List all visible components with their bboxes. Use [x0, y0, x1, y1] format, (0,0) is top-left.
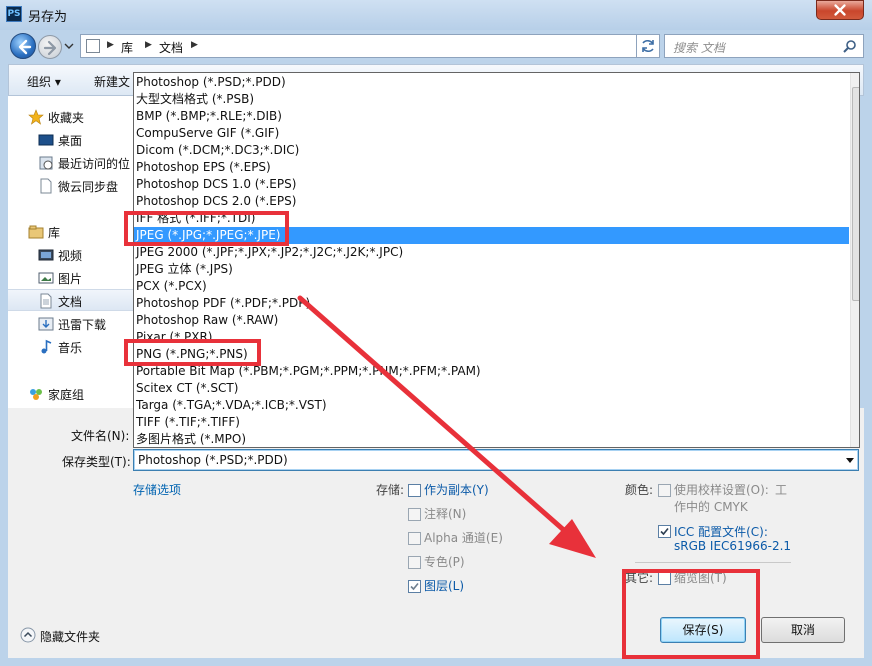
annotation-overlay [297, 295, 596, 558]
highlight-save-button [622, 569, 760, 659]
highlight-jpeg-option [124, 211, 289, 246]
highlight-png-option [124, 339, 261, 366]
annotation-arrow-line [297, 295, 569, 535]
